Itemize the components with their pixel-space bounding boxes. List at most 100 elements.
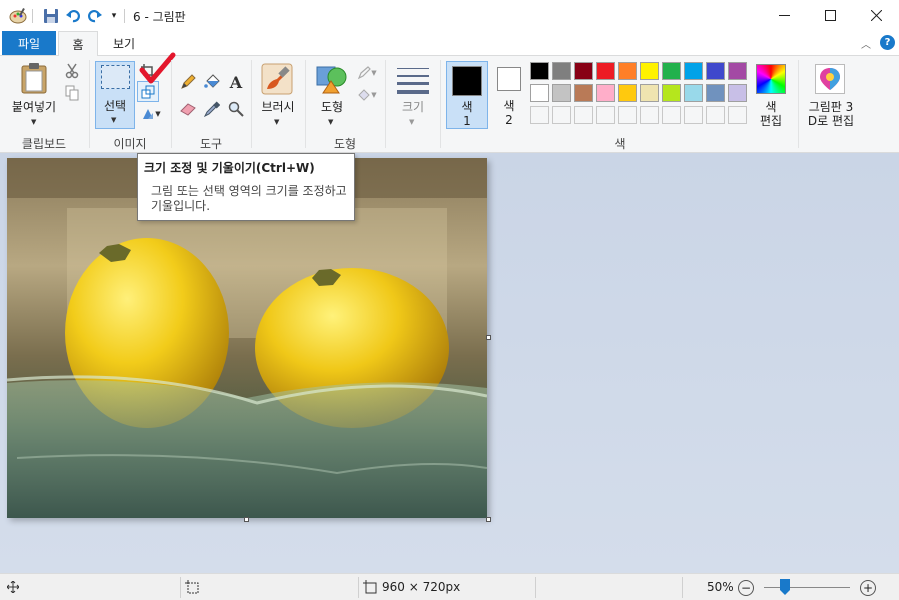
palette-swatch[interactable] [728,84,747,102]
fill-button[interactable]: ▼ [355,86,379,104]
palette-empty-swatch[interactable] [728,106,747,124]
color-palette [530,62,752,128]
selection-size-icon [184,579,200,595]
palette-swatch[interactable] [618,84,637,102]
outline-button[interactable]: ▼ [355,64,379,82]
shape-fill-icon [358,89,371,101]
palette-swatch[interactable] [728,62,747,80]
edit-colors-button[interactable]: 색 편집 [754,60,788,130]
palette-swatch[interactable] [640,62,659,80]
cut-icon[interactable] [63,62,81,80]
palette-swatch[interactable] [596,84,615,102]
edit-colors-label-2: 편집 [759,114,783,128]
paint3d-label-1: 그림판 3 [808,100,854,114]
palette-swatch[interactable] [596,62,615,80]
resize-handle-right[interactable] [486,335,491,340]
tab-home[interactable]: 홈 [58,31,98,56]
ribbon-tabs: 파일 홈 보기 ︿ ? [0,31,899,56]
undo-icon[interactable] [63,6,83,26]
magnifier-icon[interactable] [226,99,246,119]
zoom-in-button[interactable]: + [860,580,876,596]
tab-file[interactable]: 파일 [2,31,56,55]
cursor-position-icon [5,579,21,595]
color-picker-icon[interactable] [202,99,222,119]
palette-swatch[interactable] [662,62,681,80]
resize-handle-corner[interactable] [486,517,491,522]
palette-swatch[interactable] [640,84,659,102]
rotate-icon [143,109,154,119]
palette-swatch[interactable] [552,62,571,80]
paste-label: 붙여넣기 [11,100,57,114]
colors-group-label: 색 [614,137,626,151]
redo-icon[interactable] [85,6,105,26]
palette-swatch[interactable] [574,62,593,80]
palette-swatch[interactable] [618,62,637,80]
palette-empty-swatch[interactable] [596,106,615,124]
group-separator [798,60,799,148]
copy-icon[interactable] [63,84,81,102]
palette-swatch[interactable] [530,84,549,102]
text-tool-icon[interactable]: A [226,72,246,92]
color1-number: 1 [463,114,471,128]
palette-swatch[interactable] [662,84,681,102]
tools-group-label: 도구 [199,137,223,151]
palette-swatch[interactable] [574,84,593,102]
color2-button[interactable]: 색 2 [492,61,526,129]
palette-swatch[interactable] [706,62,725,80]
close-button[interactable] [853,0,899,31]
save-icon[interactable] [41,6,61,26]
palette-empty-swatch[interactable] [530,106,549,124]
paint-app-icon[interactable] [8,6,28,26]
color-wheel-icon [756,64,786,94]
brush-icon [261,63,293,95]
edit-colors-label-1: 색 [765,100,777,114]
pencil-icon[interactable] [178,72,198,92]
color2-number: 2 [505,113,513,127]
zoom-slider-track[interactable] [764,587,850,588]
brushes-button[interactable]: 브러시 ▼ [256,60,300,130]
palette-empty-swatch[interactable] [706,106,725,124]
paint3d-button[interactable]: 그림판 3 D로 편집 [802,60,860,130]
minimize-button[interactable] [761,0,807,31]
help-icon[interactable]: ? [880,35,895,50]
status-bar: 960 × 720px 50% − + [0,573,899,600]
color1-swatch [452,66,482,96]
shapes-icon [316,66,347,94]
size-label: 크기 [401,100,425,114]
rotate-button[interactable]: ▼ [139,105,163,123]
eraser-icon[interactable] [178,99,198,119]
color1-button[interactable]: 색 1 [446,61,488,129]
zoom-out-button[interactable]: − [738,580,754,596]
palette-swatch[interactable] [530,62,549,80]
window-title: 6 - 그림판 [133,10,186,24]
maximize-button[interactable] [807,0,853,31]
customize-quick-access-icon[interactable]: ▾ [107,8,121,24]
shapes-label: 도형 [320,100,344,114]
palette-swatch[interactable] [706,84,725,102]
separator [32,9,33,23]
collapse-ribbon-icon[interactable]: ︿ [858,36,874,51]
palette-empty-swatch[interactable] [640,106,659,124]
tooltip: 크기 조정 및 기울이기(Ctrl+W) 그림 또는 선택 영역의 크기를 조정… [137,153,355,221]
palette-empty-swatch[interactable] [552,106,571,124]
select-button[interactable]: 선택 ▼ [95,61,135,129]
size-button[interactable]: 크기 ▼ [390,60,436,130]
shapes-button[interactable]: 도형 ▼ [310,60,354,130]
paste-button[interactable]: 붙여넣기 ▼ [8,60,60,130]
palette-swatch[interactable] [684,84,703,102]
tooltip-title: 크기 조정 및 기울이기(Ctrl+W) [144,161,315,175]
resize-handle-bottom[interactable] [244,517,249,522]
palette-empty-swatch[interactable] [574,106,593,124]
line-size-icon [397,68,429,94]
outline-icon [358,66,372,80]
palette-swatch[interactable] [552,84,571,102]
color1-label: 색 [461,100,473,114]
zoom-slider-thumb[interactable] [780,579,790,595]
palette-swatch[interactable] [684,62,703,80]
status-separator [682,577,683,598]
palette-empty-swatch[interactable] [662,106,681,124]
palette-empty-swatch[interactable] [618,106,637,124]
fill-bucket-icon[interactable] [202,72,222,92]
palette-empty-swatch[interactable] [684,106,703,124]
status-separator [180,577,181,598]
